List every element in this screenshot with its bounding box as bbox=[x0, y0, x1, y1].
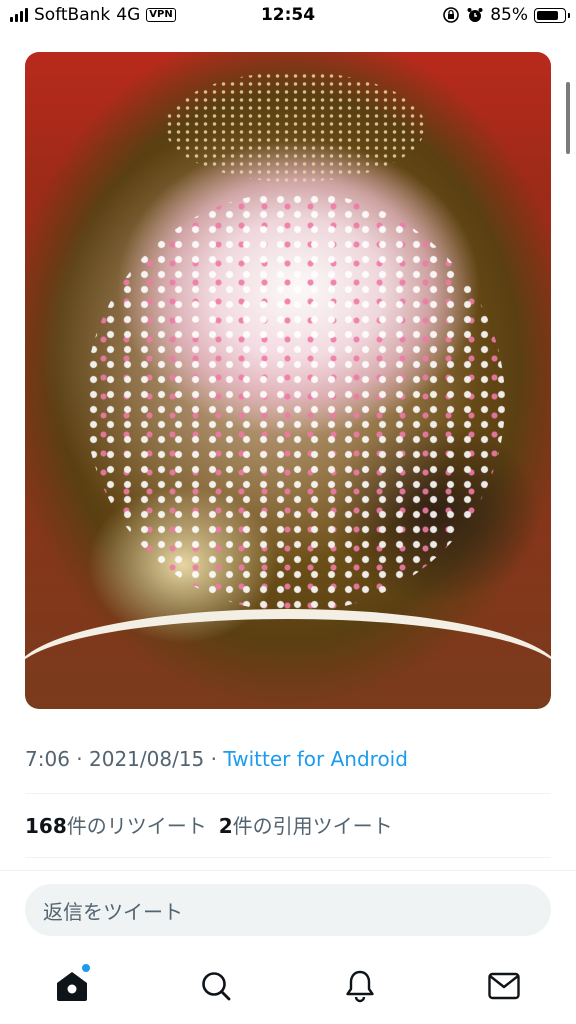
tweet-time[interactable]: 7:06 bbox=[25, 747, 70, 771]
retweets-count: 168 bbox=[25, 814, 67, 838]
photo-detail-sesame bbox=[165, 72, 425, 182]
reply-placeholder: 返信をツイート bbox=[43, 899, 183, 924]
battery-fill bbox=[537, 10, 558, 20]
battery-icon bbox=[534, 7, 570, 23]
quotes-stat[interactable]: 2件の引用ツイート bbox=[219, 814, 393, 838]
divider bbox=[0, 870, 576, 871]
tweet-date[interactable]: 2021/08/15 bbox=[89, 747, 204, 771]
photo-detail-toppings bbox=[85, 192, 505, 612]
retweets-stat[interactable]: 168件のリツイート bbox=[25, 814, 207, 838]
quotes-label: 件の引用ツイート bbox=[232, 814, 393, 838]
separator: · bbox=[210, 747, 217, 771]
tweet-source-link[interactable]: Twitter for Android bbox=[223, 747, 408, 771]
nav-messages[interactable] bbox=[474, 966, 534, 1006]
separator: · bbox=[76, 747, 83, 771]
bottom-nav bbox=[0, 950, 576, 1024]
home-icon bbox=[57, 972, 87, 1001]
reply-input[interactable]: 返信をツイート bbox=[25, 884, 551, 936]
scroll-indicator[interactable] bbox=[566, 82, 570, 154]
photo-detail-plate-rim bbox=[25, 609, 551, 709]
nav-notifications[interactable] bbox=[330, 966, 390, 1006]
divider bbox=[25, 857, 551, 858]
tweet-detail-screen: SoftBank 4G VPN 12:54 85% 7:06 · 2021/08… bbox=[0, 0, 576, 1024]
quotes-count: 2 bbox=[218, 814, 233, 838]
bell-icon bbox=[346, 970, 374, 1003]
notification-dot bbox=[82, 964, 90, 972]
divider bbox=[25, 793, 551, 794]
retweets-label: 件のリツイート bbox=[66, 814, 207, 838]
nav-home[interactable] bbox=[42, 964, 102, 1006]
rotation-lock-icon bbox=[443, 7, 460, 23]
search-icon bbox=[202, 972, 231, 1001]
alarm-icon bbox=[467, 8, 483, 22]
mail-icon bbox=[488, 972, 520, 1000]
status-right: 85% bbox=[442, 5, 570, 25]
tweet-timestamp-row: 7:06 · 2021/08/15 · Twitter for Android bbox=[25, 747, 408, 771]
tweet-stats-row: 168件のリツイート 2件の引用ツイート bbox=[25, 810, 393, 839]
status-bar: SoftBank 4G VPN 12:54 85% bbox=[0, 0, 576, 32]
tweet-photo[interactable] bbox=[25, 52, 551, 709]
nav-search[interactable] bbox=[186, 966, 246, 1006]
battery-percent: 85% bbox=[490, 5, 528, 25]
